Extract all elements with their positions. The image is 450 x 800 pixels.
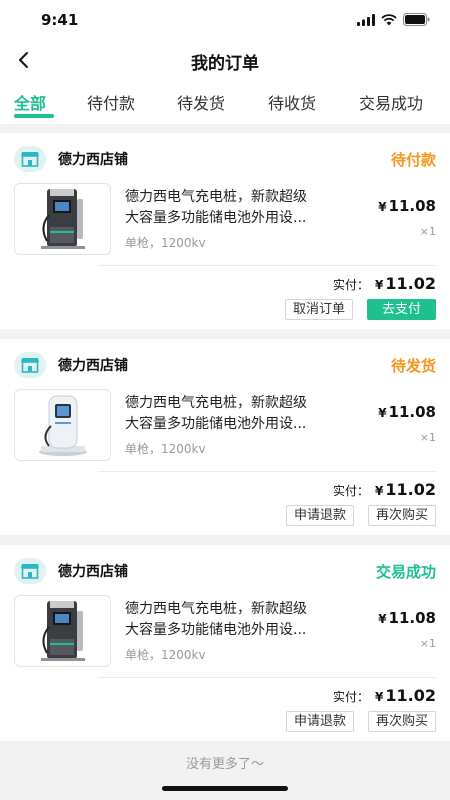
order-actions: 申请退款 再次购买: [285, 711, 436, 732]
product-price: ¥11.08: [378, 403, 436, 421]
product-quantity: ×1: [419, 431, 436, 444]
order-status-badge: 交易成功: [375, 563, 436, 581]
paid-total: 实付： ¥ 11.02: [333, 686, 436, 705]
product-title-line: 大容量多功能储电池外用设...: [125, 416, 307, 432]
currency-symbol: ¥: [378, 406, 387, 420]
request-refund-button[interactable]: 申请退款: [285, 711, 354, 732]
buy-again-button[interactable]: 再次购买: [367, 505, 436, 526]
no-more-text: 没有更多了～: [185, 757, 264, 772]
product-title-line: 德力西电气充电桩，新款超级: [125, 189, 307, 205]
order-card[interactable]: 德力西店铺 待发货 德力西电气充电桩，新款超级 大容量多功能储电池外用设... …: [0, 339, 450, 535]
shop-row[interactable]: 德力西店铺: [14, 557, 128, 585]
currency-symbol: ¥: [375, 690, 384, 704]
currency-symbol: ¥: [378, 200, 387, 214]
paid-amount: 11.02: [385, 480, 436, 499]
product-title-line: 德力西电气充电桩，新款超级: [125, 395, 307, 411]
price-value: 11.08: [388, 609, 436, 627]
product-title-line: 德力西电气充电桩，新款超级: [125, 601, 307, 617]
wifi-icon: [381, 13, 397, 25]
divider: [98, 471, 436, 472]
nav-bar: 我的订单: [0, 40, 450, 80]
request-refund-button[interactable]: 申请退款: [285, 505, 354, 526]
currency-symbol: ¥: [375, 278, 384, 292]
tab-pending-shipment[interactable]: 待发货: [177, 90, 225, 114]
cellular-signal-icon: [357, 13, 375, 26]
battery-icon: [403, 13, 430, 26]
product-image[interactable]: [14, 595, 111, 667]
tab-pending-receipt[interactable]: 待收货: [268, 90, 316, 114]
product-price: ¥11.08: [378, 197, 436, 215]
product-quantity: ×1: [419, 225, 436, 238]
order-card[interactable]: 德力西店铺 待付款 德力西电气充电桩，新款超级 大容量多功能储电池外用设... …: [0, 133, 450, 329]
tab-completed[interactable]: 交易成功: [359, 90, 423, 114]
shop-row[interactable]: 德力西店铺: [14, 351, 128, 379]
order-actions: 取消订单 去支付: [284, 299, 436, 320]
paid-total: 实付： ¥ 11.02: [333, 274, 436, 293]
product-title[interactable]: 德力西电气充电桩，新款超级 大容量多功能储电池外用设...: [125, 187, 350, 229]
order-status-badge: 待付款: [390, 151, 436, 169]
cancel-order-button[interactable]: 取消订单: [284, 299, 353, 320]
shop-icon: [14, 352, 46, 378]
order-status-badge: 待发货: [390, 357, 436, 375]
paid-total: 实付： ¥ 11.02: [333, 480, 436, 499]
product-image[interactable]: [14, 389, 111, 461]
shop-row[interactable]: 德力西店铺: [14, 145, 128, 173]
order-card[interactable]: 德力西店铺 交易成功 德力西电气充电桩，新款超级 大容量多功能储电池外用设...…: [0, 545, 450, 741]
shop-name: 德力西店铺: [58, 152, 128, 168]
price-value: 11.08: [388, 197, 436, 215]
price-value: 11.08: [388, 403, 436, 421]
product-title-line: 大容量多功能储电池外用设...: [125, 622, 307, 638]
paid-amount: 11.02: [385, 274, 436, 293]
active-tab-indicator: [14, 114, 54, 118]
pay-button[interactable]: 去支付: [366, 299, 436, 320]
currency-symbol: ¥: [375, 484, 384, 498]
product-title-line: 大容量多功能储电池外用设...: [125, 210, 307, 226]
currency-symbol: ¥: [378, 612, 387, 626]
divider: [98, 265, 436, 266]
paid-amount: 11.02: [385, 686, 436, 705]
product-price: ¥11.08: [378, 609, 436, 627]
order-actions: 申请退款 再次购买: [285, 505, 436, 526]
paid-label: 实付：: [333, 278, 370, 292]
status-bar: 9:41: [0, 0, 450, 40]
shop-name: 德力西店铺: [58, 564, 128, 580]
paid-label: 实付：: [333, 484, 370, 498]
order-tabs: 全部 待付款 待发货 待收货 交易成功: [0, 80, 450, 124]
paid-label: 实付：: [333, 690, 370, 704]
product-spec: 单枪，1200kv: [125, 442, 206, 456]
tab-pending-payment[interactable]: 待付款: [87, 90, 135, 114]
product-title[interactable]: 德力西电气充电桩，新款超级 大容量多功能储电池外用设...: [125, 393, 350, 435]
home-indicator: [162, 786, 288, 791]
buy-again-button[interactable]: 再次购买: [367, 711, 436, 732]
shop-icon: [14, 558, 46, 584]
divider: [98, 677, 436, 678]
product-image[interactable]: [14, 183, 111, 255]
product-spec: 单枪，1200kv: [125, 236, 206, 250]
status-time: 9:41: [41, 11, 79, 29]
product-title[interactable]: 德力西电气充电桩，新款超级 大容量多功能储电池外用设...: [125, 599, 350, 641]
tab-all[interactable]: 全部: [14, 90, 46, 114]
shop-name: 德力西店铺: [58, 358, 128, 374]
page-title: 我的订单: [191, 54, 259, 74]
product-quantity: ×1: [419, 637, 436, 650]
product-spec: 单枪，1200kv: [125, 648, 206, 662]
status-icons: [357, 13, 430, 26]
shop-icon: [14, 146, 46, 172]
